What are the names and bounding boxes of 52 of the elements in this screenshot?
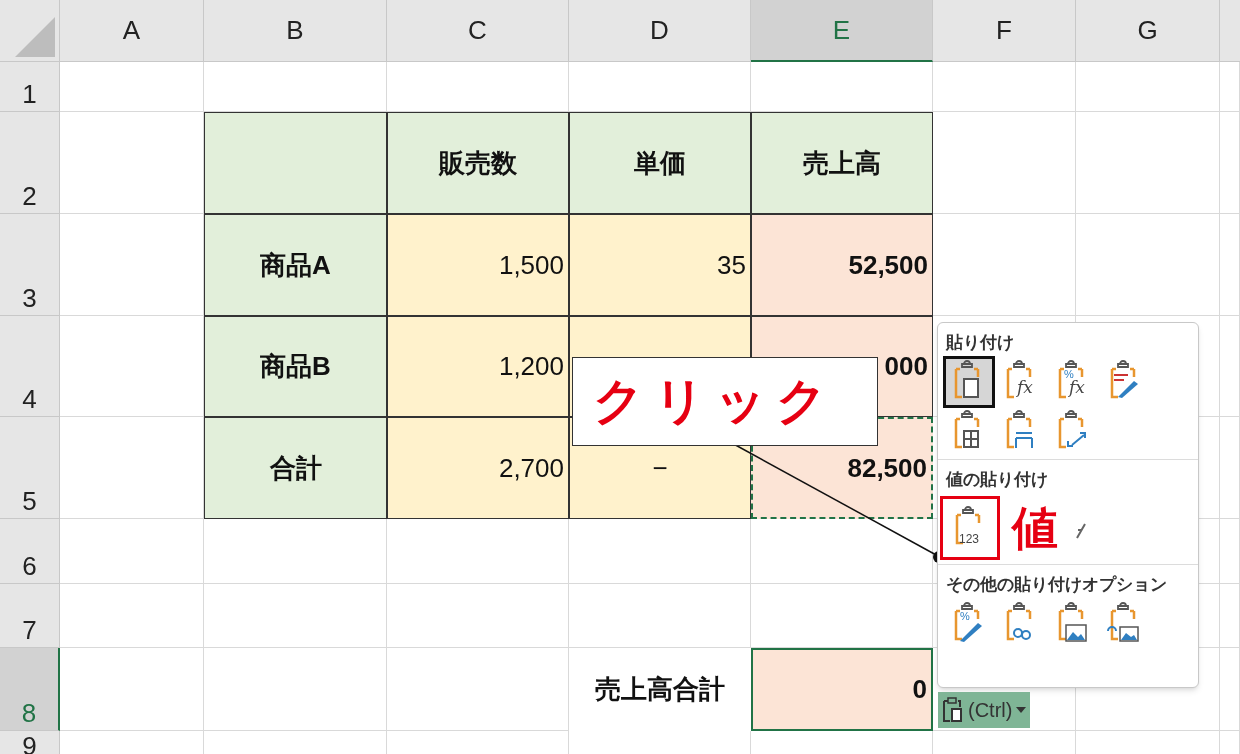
column-header[interactable]: D — [569, 0, 751, 62]
column-header[interactable]: F — [933, 0, 1076, 62]
clipboard-icon[interactable] — [946, 359, 992, 405]
row-label-cell: 合計 — [204, 417, 387, 519]
section-title: 貼り付け — [946, 332, 1015, 354]
column-header[interactable] — [1220, 0, 1240, 62]
label-cell-text: 売上高合計 — [594, 673, 726, 706]
sheet-cell[interactable] — [1220, 214, 1240, 316]
number-cell: 1,500 — [387, 214, 569, 316]
sheet-cell[interactable] — [1076, 112, 1220, 214]
row-header[interactable]: 4 — [0, 316, 60, 417]
number-cell: 2,700 — [387, 417, 569, 519]
column-header[interactable]: A — [60, 0, 204, 62]
sheet-cell[interactable] — [1220, 112, 1240, 214]
sheet-cell[interactable] — [204, 584, 387, 648]
select-all-icon[interactable] — [15, 17, 55, 57]
column-header[interactable]: B — [204, 0, 387, 62]
number-cell: 35 — [569, 214, 751, 316]
column-header[interactable]: G — [1076, 0, 1220, 62]
row-header[interactable]: 1 — [0, 62, 60, 112]
section-title: その他の貼り付けオプション — [946, 574, 1168, 596]
callout-label: クリック — [572, 357, 878, 446]
sheet-cell[interactable] — [387, 584, 569, 648]
header-cell: 販売数 — [387, 112, 569, 214]
row-label-cell: 商品B — [204, 316, 387, 417]
number-cell: 1,200 — [387, 316, 569, 417]
sheet-cell[interactable] — [204, 648, 387, 731]
sheet-cell[interactable] — [569, 584, 751, 648]
sheet-cell[interactable] — [1220, 316, 1240, 417]
column-header[interactable]: C — [387, 0, 569, 62]
number-cell: 52,500 — [751, 214, 933, 316]
column-header[interactable]: E — [751, 0, 933, 62]
section-title: 値の貼り付け — [946, 469, 1049, 491]
row-label-cell: 商品A — [204, 214, 387, 316]
row-header[interactable]: 5 — [0, 417, 60, 519]
header-cell: 売上高 — [751, 112, 933, 214]
row-header[interactable]: 3 — [0, 214, 60, 316]
sheet-cell[interactable] — [1220, 648, 1240, 731]
sheet-cell[interactable] — [387, 648, 569, 731]
header-cell: 単価 — [569, 112, 751, 214]
row-header[interactable]: 6 — [0, 519, 60, 584]
sheet-cell[interactable] — [1220, 584, 1240, 648]
sheet-cell[interactable] — [1220, 417, 1240, 519]
row-header[interactable]: 2 — [0, 112, 60, 214]
sheet-cell[interactable] — [1076, 214, 1220, 316]
clipboard-icon — [942, 697, 964, 723]
number-cell[interactable]: 0 — [751, 648, 933, 731]
caret-icon — [1016, 707, 1027, 713]
row-header[interactable]: 8 — [0, 648, 60, 731]
paste-options-button[interactable]: (Ctrl) — [938, 692, 1031, 728]
sheet-cell[interactable] — [1220, 519, 1240, 584]
row-header[interactable]: 7 — [0, 584, 60, 648]
